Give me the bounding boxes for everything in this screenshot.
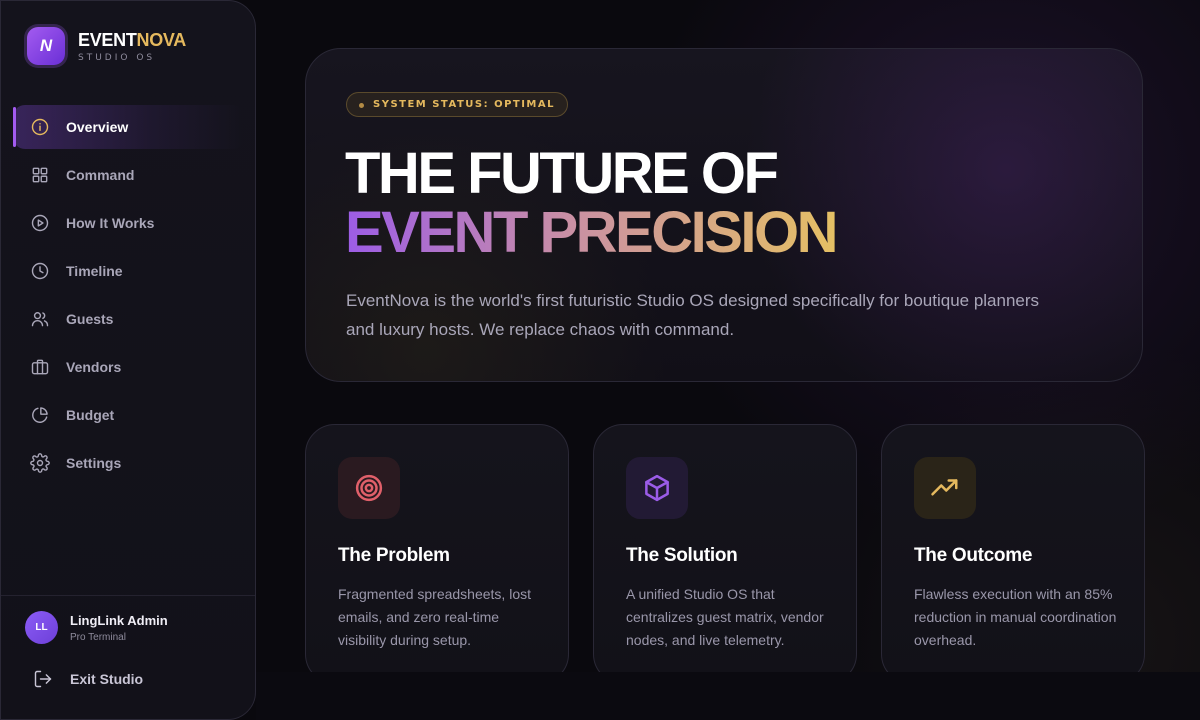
sidebar-item-label: Overview [66, 119, 129, 135]
card-icon-box [914, 457, 976, 519]
grid-icon [29, 164, 51, 186]
card-icon-box [338, 457, 400, 519]
bottom-clip [256, 672, 1200, 720]
sidebar-item-budget[interactable]: Budget [13, 393, 245, 437]
brand-logo: N [27, 27, 65, 65]
briefcase-icon [29, 356, 51, 378]
trending-up-icon [931, 479, 958, 496]
status-text: SYSTEM STATUS: OPTIMAL [373, 99, 555, 110]
card-icon-box [626, 457, 688, 519]
sidebar-nav: Overview Command How It Works Timeline G… [13, 105, 245, 489]
sidebar-item-timeline[interactable]: Timeline [13, 249, 245, 293]
clock-icon [29, 260, 51, 282]
cube-icon [645, 474, 669, 502]
logout-icon [34, 670, 52, 688]
users-icon [29, 308, 51, 330]
sidebar-item-guests[interactable]: Guests [13, 297, 245, 341]
card-problem: The Problem Fragmented spreadsheets, los… [305, 424, 569, 684]
sidebar-item-label: Budget [66, 407, 115, 423]
exit-studio-label: Exit Studio [70, 671, 144, 687]
user-profile[interactable]: LL LingLink Admin Pro Terminal [25, 611, 168, 644]
sidebar-item-label: How It Works [66, 215, 155, 231]
sidebar-item-settings[interactable]: Settings [13, 441, 245, 485]
info-circle-icon [29, 116, 51, 138]
user-role: Pro Terminal [70, 631, 126, 643]
target-icon [355, 474, 383, 502]
pie-chart-icon [29, 404, 51, 426]
play-circle-icon [29, 212, 51, 234]
hero-panel: SYSTEM STATUS: OPTIMAL THE FUTURE OF EVE… [305, 48, 1143, 382]
sidebar-item-command[interactable]: Command [13, 153, 245, 197]
status-badge: SYSTEM STATUS: OPTIMAL [346, 92, 568, 117]
card-title: The Solution [626, 545, 738, 566]
hero-description: EventNova is the world's first futuristi… [346, 291, 1040, 339]
sidebar-item-vendors[interactable]: Vendors [13, 345, 245, 389]
hero-title-line2: EVENT PRECISION [345, 200, 839, 265]
card-title: The Outcome [914, 545, 1033, 566]
brand-logo-letter: N [39, 36, 53, 55]
brand[interactable]: N EVENTNOVA STUDIO OS [27, 27, 186, 65]
card-text: Flawless execution with an 85% reduction… [914, 586, 1117, 648]
sidebar-item-label: Settings [66, 455, 122, 471]
brand-name-part1: EVENT [78, 29, 137, 50]
brand-name-part2: NOVA [136, 29, 187, 50]
sidebar: N EVENTNOVA STUDIO OS Overview Command H… [0, 0, 256, 720]
status-dot [359, 103, 364, 108]
brand-name: EVENTNOVA [78, 30, 186, 50]
sidebar-item-label: Command [66, 167, 135, 183]
card-solution: The Solution A unified Studio OS that ce… [593, 424, 857, 684]
card-text: A unified Studio OS that centralizes gue… [626, 586, 824, 648]
card-outcome: The Outcome Flawless execution with an 8… [881, 424, 1145, 684]
avatar: LL [25, 611, 58, 644]
hero-title-line1: THE FUTURE OF [345, 141, 779, 206]
sidebar-divider [1, 595, 255, 596]
brand-text: EVENTNOVA STUDIO OS [78, 30, 186, 63]
exit-studio-button[interactable]: Exit Studio [33, 669, 143, 689]
brand-subtitle: STUDIO OS [78, 52, 156, 63]
gear-icon [29, 452, 51, 474]
sidebar-item-label: Guests [66, 311, 114, 327]
user-name: LingLink Admin [70, 612, 168, 628]
sidebar-item-overview[interactable]: Overview [13, 105, 245, 149]
sidebar-item-how-it-works[interactable]: How It Works [13, 201, 245, 245]
sidebar-item-label: Vendors [66, 359, 122, 375]
hero-title: THE FUTURE OF EVENT PRECISION [345, 141, 839, 265]
user-text: LingLink Admin Pro Terminal [70, 613, 168, 643]
sidebar-item-label: Timeline [66, 263, 123, 279]
card-title: The Problem [338, 545, 450, 566]
card-text: Fragmented spreadsheets, lost emails, an… [338, 586, 531, 648]
